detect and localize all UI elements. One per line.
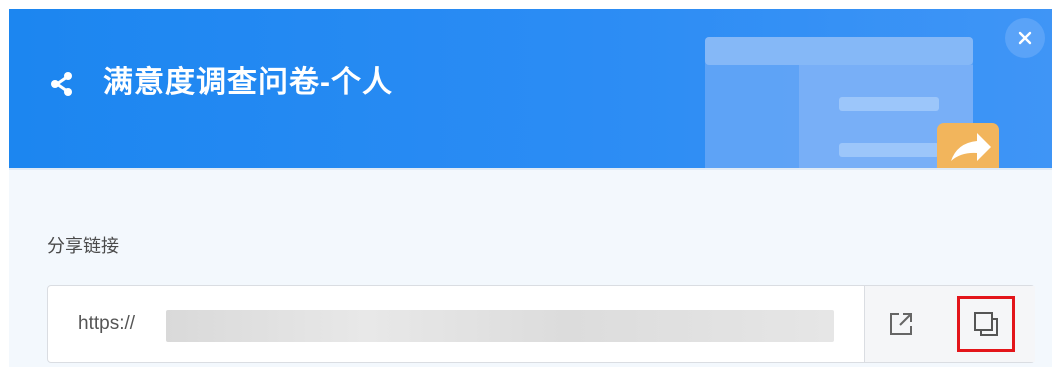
dialog-header: 满意度调查问卷-个人 [9, 9, 1052, 168]
close-icon [1018, 31, 1032, 45]
redacted-url [166, 310, 834, 342]
share-link-label: 分享链接 [47, 236, 119, 256]
share-forward-illustration [705, 37, 999, 168]
link-actions [864, 286, 1035, 362]
close-button[interactable] [1005, 18, 1045, 58]
header-divider [9, 168, 1052, 170]
dialog-title: 满意度调查问卷-个人 [103, 66, 393, 99]
share-link-url[interactable]: https:// [78, 286, 135, 362]
open-link-button[interactable] [883, 306, 919, 342]
external-link-icon [890, 313, 912, 335]
share-icon [51, 72, 72, 96]
copy-link-button[interactable] [957, 296, 1015, 352]
share-link-field[interactable]: https:// [47, 285, 1035, 363]
copy-icon [974, 312, 998, 336]
share-dialog: 满意度调查问卷-个人 分享链接 https:// [9, 9, 1052, 367]
